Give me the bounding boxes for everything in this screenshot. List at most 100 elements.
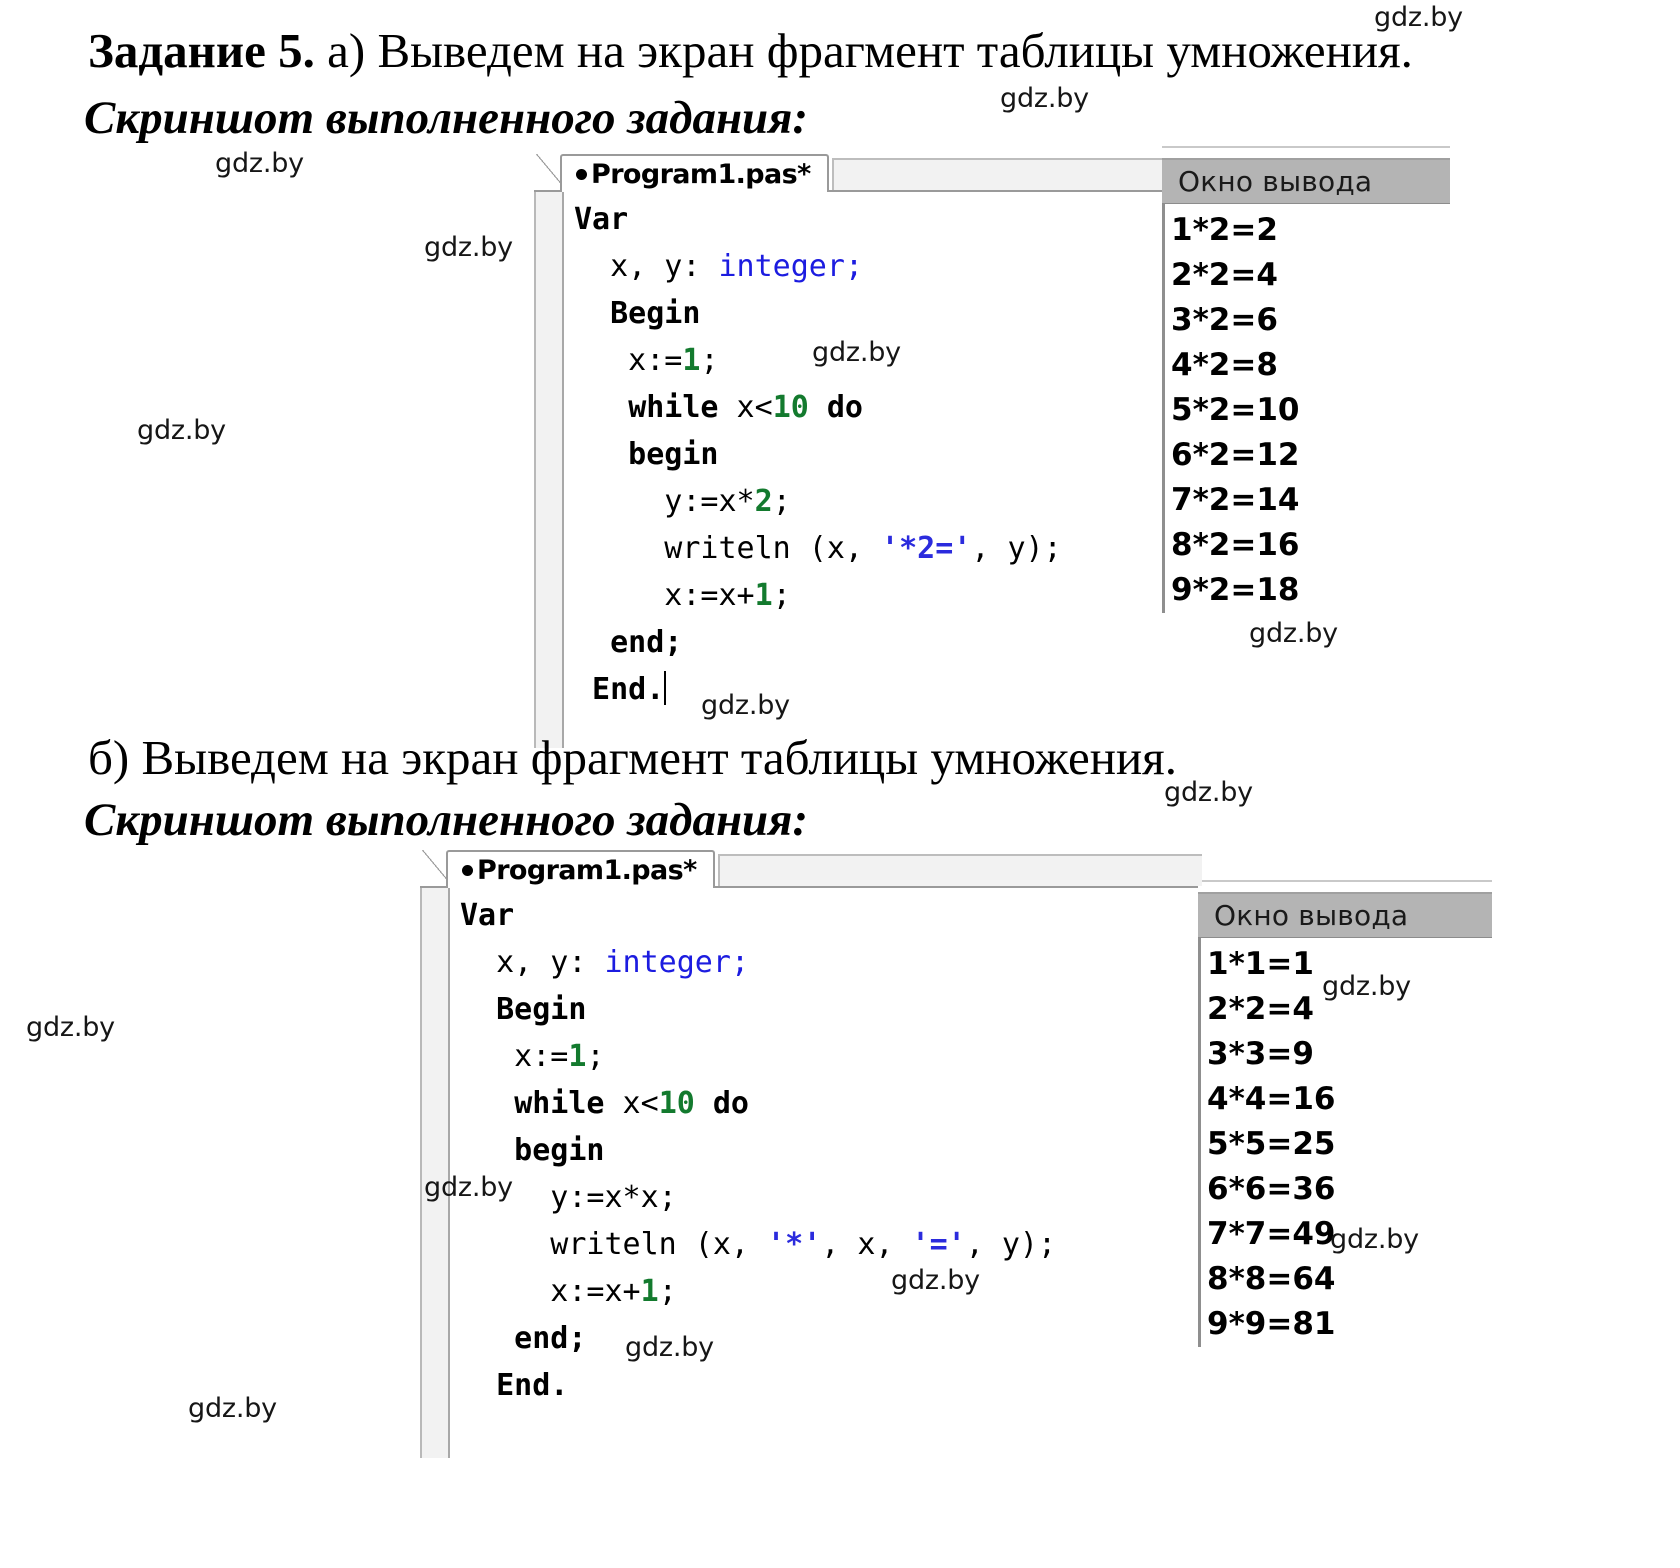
output-a-topbar <box>1162 146 1450 160</box>
code-token: End. <box>574 672 665 707</box>
tab-program1-pas-b[interactable]: Program1.pas* <box>446 850 715 888</box>
code-token: , y); <box>965 1227 1057 1262</box>
editor-a-body: Var x, y: integer; Begin x:=1; while x<1… <box>534 192 1162 748</box>
code-token: x:= <box>574 343 683 378</box>
code-token: while <box>628 390 719 425</box>
watermark: gdz.by <box>625 1332 714 1363</box>
output-line: 8*2=16 <box>1171 527 1300 563</box>
code-token: 1 <box>568 1039 587 1074</box>
code-token: writeln (x, <box>460 1227 768 1262</box>
code-token: Var <box>574 202 629 237</box>
code-token: Begin <box>460 992 587 1027</box>
code-token: ; <box>586 1039 605 1074</box>
code-token: ; <box>658 1274 677 1309</box>
output-line: 9*2=18 <box>1171 572 1300 608</box>
code-area-b[interactable]: Var x, y: integer; Begin x:=1; while x<1… <box>450 888 1202 1458</box>
text-cursor <box>664 671 667 705</box>
watermark: gdz.by <box>188 1393 277 1424</box>
output-line: 8*8=64 <box>1207 1261 1336 1297</box>
output-line: 6*6=36 <box>1207 1171 1336 1207</box>
code-token: 1 <box>640 1274 659 1309</box>
watermark: gdz.by <box>1249 618 1338 649</box>
code-token: do <box>712 1086 749 1121</box>
code-token: end; <box>460 1321 587 1356</box>
output-line: 3*3=9 <box>1207 1036 1314 1072</box>
output-b-topbar <box>1198 880 1492 894</box>
code-token: 1 <box>754 578 773 613</box>
code-token: , y); <box>971 531 1062 566</box>
code-token: Begin <box>574 296 701 331</box>
output-a-title: Окно вывода <box>1162 160 1450 204</box>
output-line: 5*2=10 <box>1171 392 1300 428</box>
editor-a-tab-filler <box>832 158 1162 190</box>
code-token: 2 <box>754 484 773 519</box>
editor-a-tabstrip: Program1.pas* <box>534 152 1162 192</box>
output-line: 4*4=16 <box>1207 1081 1336 1117</box>
code-token: x:=x+ <box>460 1274 641 1309</box>
code-token: ; <box>700 343 719 378</box>
tab-label-b: Program1.pas* <box>477 854 697 886</box>
output-line: 2*2=4 <box>1171 257 1278 293</box>
code-token: integer <box>718 249 845 284</box>
code-token: x, y: <box>574 249 719 284</box>
code-token: while <box>514 1086 605 1121</box>
code-token: Var <box>460 898 515 933</box>
code-token: integer <box>604 945 731 980</box>
code-token: x< <box>604 1086 659 1121</box>
task-a-screenshot-label: Скриншот выполненного задания: <box>84 92 809 144</box>
watermark: gdz.by <box>812 337 901 368</box>
output-line: 3*2=6 <box>1171 302 1278 338</box>
output-line: 1*2=2 <box>1171 212 1278 248</box>
code-token: x:=x+ <box>574 578 755 613</box>
output-line: 7*2=14 <box>1171 482 1300 518</box>
task-a-text: а) Выведем на экран фрагмент таблицы умн… <box>314 23 1413 78</box>
code-token: x, y: <box>460 945 605 980</box>
code-token: End. <box>460 1368 569 1403</box>
code-token: 1 <box>682 343 701 378</box>
code-token: , x, <box>821 1227 912 1262</box>
watermark: gdz.by <box>1322 971 1411 1002</box>
output-line: 4*2=8 <box>1171 347 1278 383</box>
watermark: gdz.by <box>424 1172 513 1203</box>
code-area-a[interactable]: Var x, y: integer; Begin x:=1; while x<1… <box>564 192 1162 748</box>
code-token: x< <box>718 390 773 425</box>
watermark: gdz.by <box>1374 2 1463 33</box>
editor-b-body: Var x, y: integer; Begin x:=1; while x<1… <box>420 888 1202 1458</box>
code-token: do <box>826 390 863 425</box>
task-a-number: Задание 5. <box>88 23 315 78</box>
editor-b-tab-filler <box>718 854 1202 886</box>
code-token: ; <box>772 484 791 519</box>
code-token: '=' <box>911 1227 966 1262</box>
output-window-a: Окно вывода 1*2=2 2*2=4 3*2=6 4*2=8 5*2=10 6*… <box>1162 146 1450 613</box>
code-token: x:= <box>460 1039 569 1074</box>
watermark: gdz.by <box>1330 1224 1419 1255</box>
code-token: ; <box>844 249 863 284</box>
task-b-screenshot-label: Скриншот выполненного задания: <box>84 794 809 846</box>
output-line: 6*2=12 <box>1171 437 1300 473</box>
editor-a-gutter <box>536 192 564 748</box>
output-line: 5*5=25 <box>1207 1126 1336 1162</box>
watermark: gdz.by <box>891 1265 980 1296</box>
watermark: gdz.by <box>1000 83 1089 114</box>
code-token: writeln (x, <box>574 531 882 566</box>
code-token: ; <box>730 945 749 980</box>
output-line: 9*9=81 <box>1207 1306 1336 1342</box>
task-b-heading: б) Выведем на экран фрагмент таблицы умн… <box>88 733 1177 782</box>
watermark: gdz.by <box>1164 777 1253 808</box>
watermark: gdz.by <box>424 232 513 263</box>
watermark: gdz.by <box>215 148 304 179</box>
code-token: '*' <box>767 1227 822 1262</box>
editor-window-a: Program1.pas* Var x, y: integer; Begin x… <box>534 152 1162 748</box>
modified-dot-icon <box>462 864 473 876</box>
tab-program1-pas-a[interactable]: Program1.pas* <box>560 154 829 192</box>
code-token: begin <box>460 1133 605 1168</box>
code-token: ; <box>772 578 791 613</box>
task-b-text: б) Выведем на экран фрагмент таблицы умн… <box>88 730 1177 785</box>
modified-dot-icon <box>576 168 587 180</box>
output-a-lines: 1*2=2 2*2=4 3*2=6 4*2=8 5*2=10 6*2=12 7*2=14 8*… <box>1162 204 1450 613</box>
watermark: gdz.by <box>26 1012 115 1043</box>
